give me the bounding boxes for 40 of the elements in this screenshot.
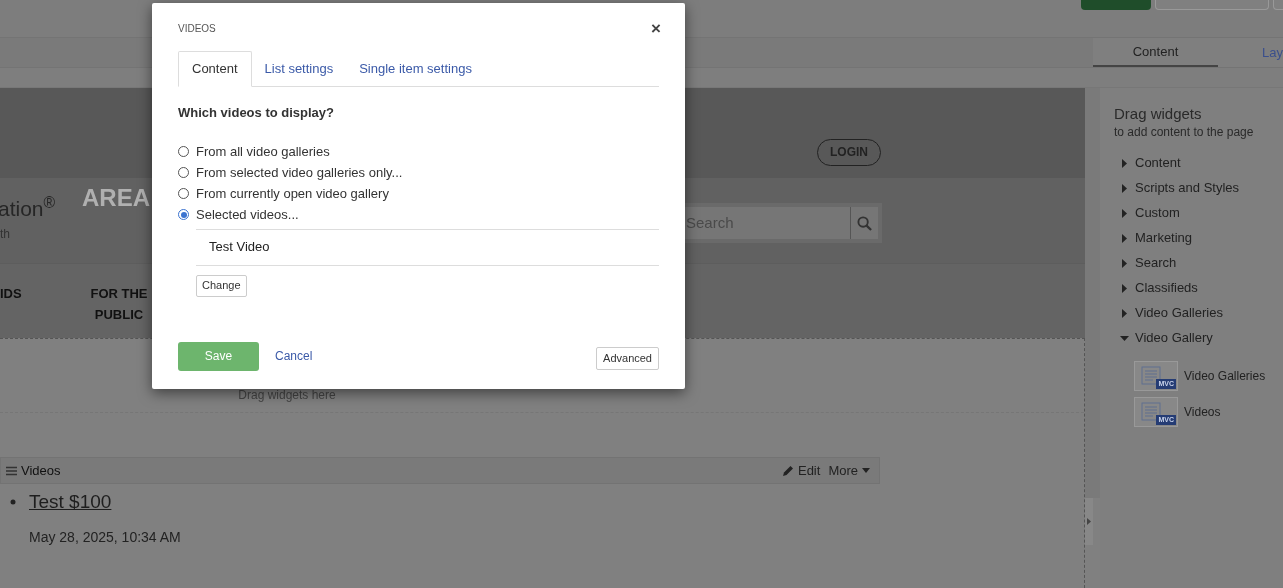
nav-link[interactable]: FOR THE PUBLIC bbox=[88, 283, 150, 325]
sidebar-subtitle: to add content to the page bbox=[1114, 124, 1255, 141]
widget-group[interactable]: Classifieds bbox=[1114, 278, 1283, 298]
widget-group[interactable]: Custom bbox=[1114, 203, 1283, 223]
search-icon bbox=[857, 215, 872, 231]
option-label[interactable]: From currently open video gallery bbox=[196, 183, 389, 204]
widget-group[interactable]: Video Galleries bbox=[1114, 303, 1283, 323]
option-label[interactable]: From all video galleries bbox=[196, 141, 330, 162]
bullet-icon bbox=[10, 499, 16, 506]
drag-handle-icon bbox=[6, 465, 17, 476]
dialog-title: VIDEOS bbox=[178, 22, 216, 36]
option-label[interactable]: From selected video galleries only... bbox=[196, 162, 403, 183]
dialog-tab[interactable]: Single item settings bbox=[346, 51, 485, 87]
advanced-button[interactable]: Advanced bbox=[596, 346, 659, 370]
widget-group[interactable]: Marketing bbox=[1114, 228, 1283, 248]
more-menu[interactable]: More bbox=[828, 460, 870, 481]
widget-group[interactable]: Content bbox=[1114, 153, 1283, 173]
widget-group[interactable]: Video Gallery bbox=[1114, 328, 1283, 348]
site-heading: AREA bbox=[82, 183, 150, 213]
widget-group[interactable]: Search bbox=[1114, 253, 1283, 273]
save-button[interactable]: Save bbox=[178, 341, 259, 371]
cancel-link[interactable]: Cancel bbox=[275, 347, 313, 365]
caret-icon bbox=[862, 468, 870, 473]
video-date: May 28, 2025, 10:34 AM bbox=[29, 527, 181, 547]
widget-title: Videos bbox=[21, 461, 61, 480]
dialog-tab[interactable]: Content bbox=[178, 51, 252, 87]
caret-icon bbox=[1087, 518, 1091, 525]
selected-video: Test Video bbox=[208, 238, 271, 257]
question-label: Which videos to display? bbox=[178, 104, 336, 122]
close-button[interactable]: × bbox=[651, 20, 661, 37]
video-link[interactable]: Test $100 bbox=[29, 488, 112, 517]
edit-link[interactable]: Edit bbox=[781, 460, 821, 481]
sidebar-title: Drag widgets bbox=[1114, 105, 1203, 123]
dialog-tab[interactable]: List settings bbox=[251, 51, 347, 87]
widget-group[interactable]: Scripts and Styles bbox=[1114, 178, 1283, 198]
sidebar-toggle[interactable] bbox=[1085, 498, 1093, 545]
change-button[interactable]: Change bbox=[196, 274, 247, 297]
pencil-icon bbox=[781, 464, 794, 477]
option-label[interactable]: Selected videos... bbox=[196, 204, 299, 225]
nav-link[interactable]: IDS bbox=[0, 284, 88, 304]
